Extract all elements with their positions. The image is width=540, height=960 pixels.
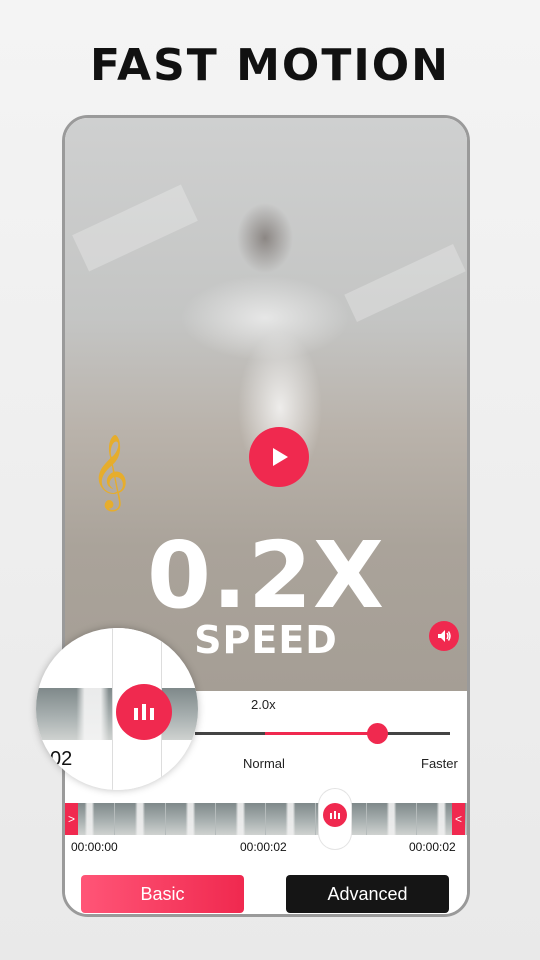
time-end: 00:00:02 [409, 840, 456, 854]
timeline-magnifier: 02 [36, 628, 198, 790]
time-mid: 00:00:02 [240, 840, 287, 854]
thumbnail-frame [366, 803, 417, 835]
label-faster: Faster [421, 756, 458, 771]
playhead-knob[interactable] [323, 803, 347, 827]
thumbnail-frame [165, 803, 216, 835]
motion-blur [344, 244, 466, 322]
play-button[interactable] [249, 427, 309, 487]
basic-button[interactable]: Basic [81, 875, 244, 913]
speed-slider-fill [265, 732, 377, 735]
thumbnail-frame [266, 803, 317, 835]
phone-frame: 𝄞 0.2X SPEED 2.0x Normal Faster > < 00:0… [62, 115, 470, 917]
thumbnail-frame [115, 803, 166, 835]
trim-handle-left[interactable]: > [65, 803, 78, 835]
thumbnail-frame [215, 803, 266, 835]
advanced-button[interactable]: Advanced [286, 875, 449, 913]
playhead[interactable] [319, 789, 351, 849]
audio-bars-icon [330, 811, 340, 819]
treble-clef-icon: 𝄞 [91, 435, 129, 509]
speed-slider-thumb[interactable] [367, 723, 388, 744]
headline: FAST MOTION [90, 40, 450, 91]
magnified-time: 02 [50, 748, 73, 770]
timeline-filmstrip[interactable] [65, 803, 467, 835]
time-start: 00:00:00 [71, 840, 118, 854]
play-icon [273, 448, 288, 466]
video-preview[interactable]: 𝄞 0.2X SPEED [65, 118, 467, 691]
trim-handle-right[interactable]: < [452, 803, 465, 835]
label-normal: Normal [243, 756, 285, 771]
motion-blur [72, 184, 198, 272]
audio-bars-icon [134, 704, 154, 720]
speed-value: 0.2X [147, 522, 385, 629]
volume-button[interactable] [429, 621, 459, 651]
speed-readout: 2.0x [251, 697, 276, 712]
speaker-icon [438, 630, 451, 642]
magnified-playhead-knob [116, 684, 172, 740]
